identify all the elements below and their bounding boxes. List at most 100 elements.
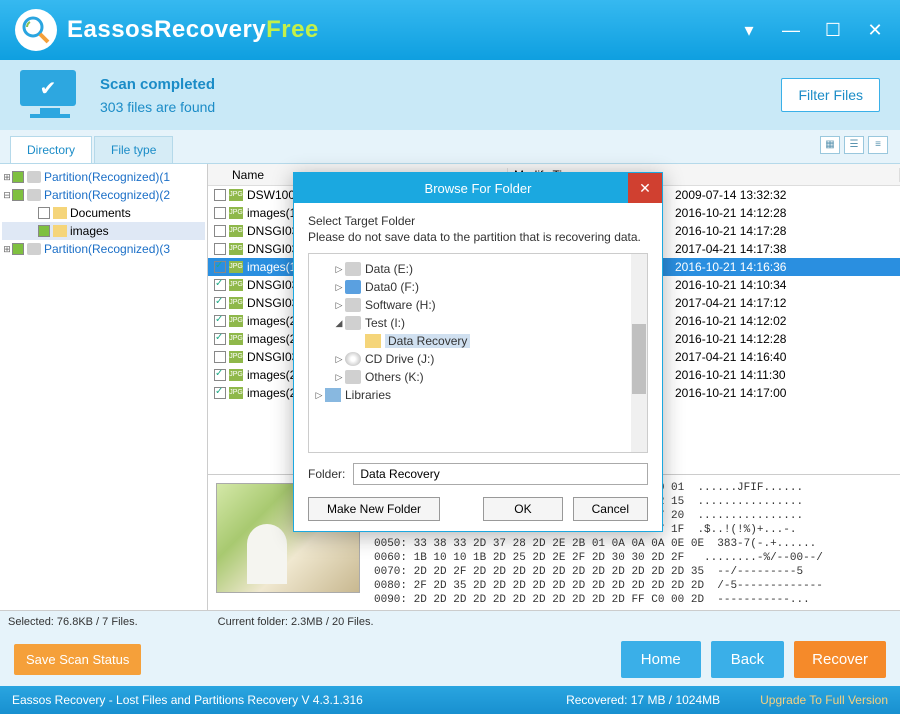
tree-label: Partition(Recognized)(1 xyxy=(44,170,170,184)
expander-icon[interactable]: ⊞ xyxy=(2,172,12,183)
checkbox[interactable] xyxy=(214,243,226,255)
folder-tree-row[interactable]: ▷ Data0 (F:) xyxy=(313,278,643,296)
drive-icon xyxy=(345,370,361,384)
tree-row[interactable]: ⊞ Partition(Recognized)(1 xyxy=(2,168,205,186)
folder-label: Data Recovery xyxy=(385,334,470,348)
expander-icon[interactable]: ⊟ xyxy=(2,190,12,201)
drive-icon xyxy=(345,298,361,312)
view-list-icon[interactable]: ☰ xyxy=(844,136,864,154)
folder-label: Data (E:) xyxy=(365,262,413,276)
jpg-icon: JPG xyxy=(229,297,243,309)
expander-icon[interactable]: ▷ xyxy=(313,390,325,401)
tree-label: Documents xyxy=(70,206,131,220)
checkbox[interactable] xyxy=(12,171,24,183)
folder-tree-row[interactable]: ▷ CD Drive (J:) xyxy=(313,350,643,368)
folder-tree-row[interactable]: ◢ Test (I:) xyxy=(313,314,643,332)
folder-icon xyxy=(53,207,67,219)
current-folder-status: Current folder: 2.3MB / 20 Files. xyxy=(218,616,374,628)
checkbox[interactable] xyxy=(214,261,226,273)
selected-status: Selected: 76.8KB / 7 Files. xyxy=(8,616,138,628)
checkbox[interactable] xyxy=(214,333,226,345)
folder-label: CD Drive (J:) xyxy=(365,352,434,366)
checkbox[interactable] xyxy=(12,189,24,201)
jpg-icon: JPG xyxy=(229,207,243,219)
cd-icon xyxy=(345,352,361,366)
view-tabs: Directory File type ▦ ☰ ≡ xyxy=(0,130,900,164)
checkbox[interactable] xyxy=(214,279,226,291)
jpg-icon: JPG xyxy=(229,243,243,255)
view-detail-icon[interactable]: ≡ xyxy=(868,136,888,154)
view-large-icon[interactable]: ▦ xyxy=(820,136,840,154)
tab-filetype[interactable]: File type xyxy=(94,136,173,163)
tree-row[interactable]: ⊞ Partition(Recognized)(3 xyxy=(2,240,205,258)
dialog-close-button[interactable]: ✕ xyxy=(628,173,662,203)
tree-row[interactable]: images xyxy=(2,222,205,240)
maximize-icon[interactable]: ☐ xyxy=(823,20,843,41)
save-scan-button[interactable]: Save Scan Status xyxy=(14,644,141,675)
footer-bar: Eassos Recovery - Lost Files and Partiti… xyxy=(0,686,900,714)
folder-tree[interactable]: ▷ Data (E:) ▷ Data0 (F:) ▷ Software (H:) ◢ Test… xyxy=(308,253,648,453)
folder-icon xyxy=(365,334,381,348)
checkbox[interactable] xyxy=(214,351,226,363)
folder-label: Data0 (F:) xyxy=(365,280,419,294)
drive-icon xyxy=(345,280,361,294)
expander-icon[interactable]: ▷ xyxy=(333,264,345,275)
folder-tree-row[interactable]: Data Recovery xyxy=(313,332,643,350)
upgrade-link[interactable]: Upgrade To Full Version xyxy=(760,693,888,707)
selection-status-bar: Selected: 76.8KB / 7 Files. Current fold… xyxy=(0,610,900,632)
dialog-title-bar[interactable]: Browse For Folder ✕ xyxy=(294,173,662,203)
jpg-icon: JPG xyxy=(229,225,243,237)
checkbox[interactable] xyxy=(214,297,226,309)
tab-directory[interactable]: Directory xyxy=(10,136,92,163)
filter-files-button[interactable]: Filter Files xyxy=(781,78,880,112)
checkbox[interactable] xyxy=(12,243,24,255)
close-icon[interactable]: ✕ xyxy=(865,20,885,41)
checkbox[interactable] xyxy=(214,225,226,237)
make-new-folder-button[interactable]: Make New Folder xyxy=(308,497,440,521)
expander-icon[interactable]: ◢ xyxy=(333,318,345,329)
minimize-icon[interactable]: ― xyxy=(781,20,801,41)
partition-tree[interactable]: ⊞Partition(Recognized)(1⊟Partition(Recog… xyxy=(0,164,208,610)
folder-tree-row[interactable]: ▷ Software (H:) xyxy=(313,296,643,314)
checkbox[interactable] xyxy=(38,225,50,237)
folder-label: Software (H:) xyxy=(365,298,436,312)
app-name: EassosRecoveryFree xyxy=(67,16,319,44)
cancel-button[interactable]: Cancel xyxy=(573,497,648,521)
expander-icon[interactable]: ⊞ xyxy=(2,244,12,255)
scan-status-title: Scan completed xyxy=(100,76,215,93)
expander-icon[interactable]: ▷ xyxy=(333,282,345,293)
menu-icon[interactable]: ▾ xyxy=(739,20,759,41)
jpg-icon: JPG xyxy=(229,387,243,399)
folder-tree-row[interactable]: ▷Others (K:) xyxy=(313,368,643,386)
folder-tree-row[interactable]: ▷ Data (E:) xyxy=(313,260,643,278)
checkbox[interactable] xyxy=(38,207,50,219)
drive-icon xyxy=(345,316,361,330)
expander-icon[interactable]: ▷ xyxy=(333,300,345,311)
tree-row[interactable]: Documents xyxy=(2,204,205,222)
checkbox[interactable] xyxy=(214,387,226,399)
status-banner: ✔ Scan completed 303 files are found Fil… xyxy=(0,60,900,130)
back-button[interactable]: Back xyxy=(711,641,784,678)
folder-input[interactable] xyxy=(353,463,648,485)
home-button[interactable]: Home xyxy=(621,641,701,678)
libraries-icon xyxy=(325,388,341,402)
folder-label: Libraries xyxy=(345,388,391,402)
folder-label: Folder: xyxy=(308,467,345,481)
checkbox[interactable] xyxy=(214,369,226,381)
tree-row[interactable]: ⊟Partition(Recognized)(2 xyxy=(2,186,205,204)
scan-status-count: 303 files are found xyxy=(100,99,215,115)
browse-folder-dialog: Browse For Folder ✕ Select Target Folder… xyxy=(293,172,663,532)
title-bar: EassosRecoveryFree ▾ ― ☐ ✕ xyxy=(0,0,900,60)
checkbox[interactable] xyxy=(214,315,226,327)
scrollbar-thumb[interactable] xyxy=(632,324,646,394)
checkbox[interactable] xyxy=(214,207,226,219)
scrollbar[interactable] xyxy=(631,254,647,452)
recover-button[interactable]: Recover xyxy=(794,641,886,678)
tree-label: Partition(Recognized)(3 xyxy=(44,242,170,256)
ok-button[interactable]: OK xyxy=(483,497,562,521)
checkbox[interactable] xyxy=(214,189,226,201)
folder-tree-row[interactable]: ▷ Libraries xyxy=(313,386,643,404)
expander-icon[interactable]: ▷ xyxy=(333,354,345,365)
expander-icon[interactable]: ▷ xyxy=(333,372,345,383)
folder-label: Test (I:) xyxy=(365,316,405,330)
